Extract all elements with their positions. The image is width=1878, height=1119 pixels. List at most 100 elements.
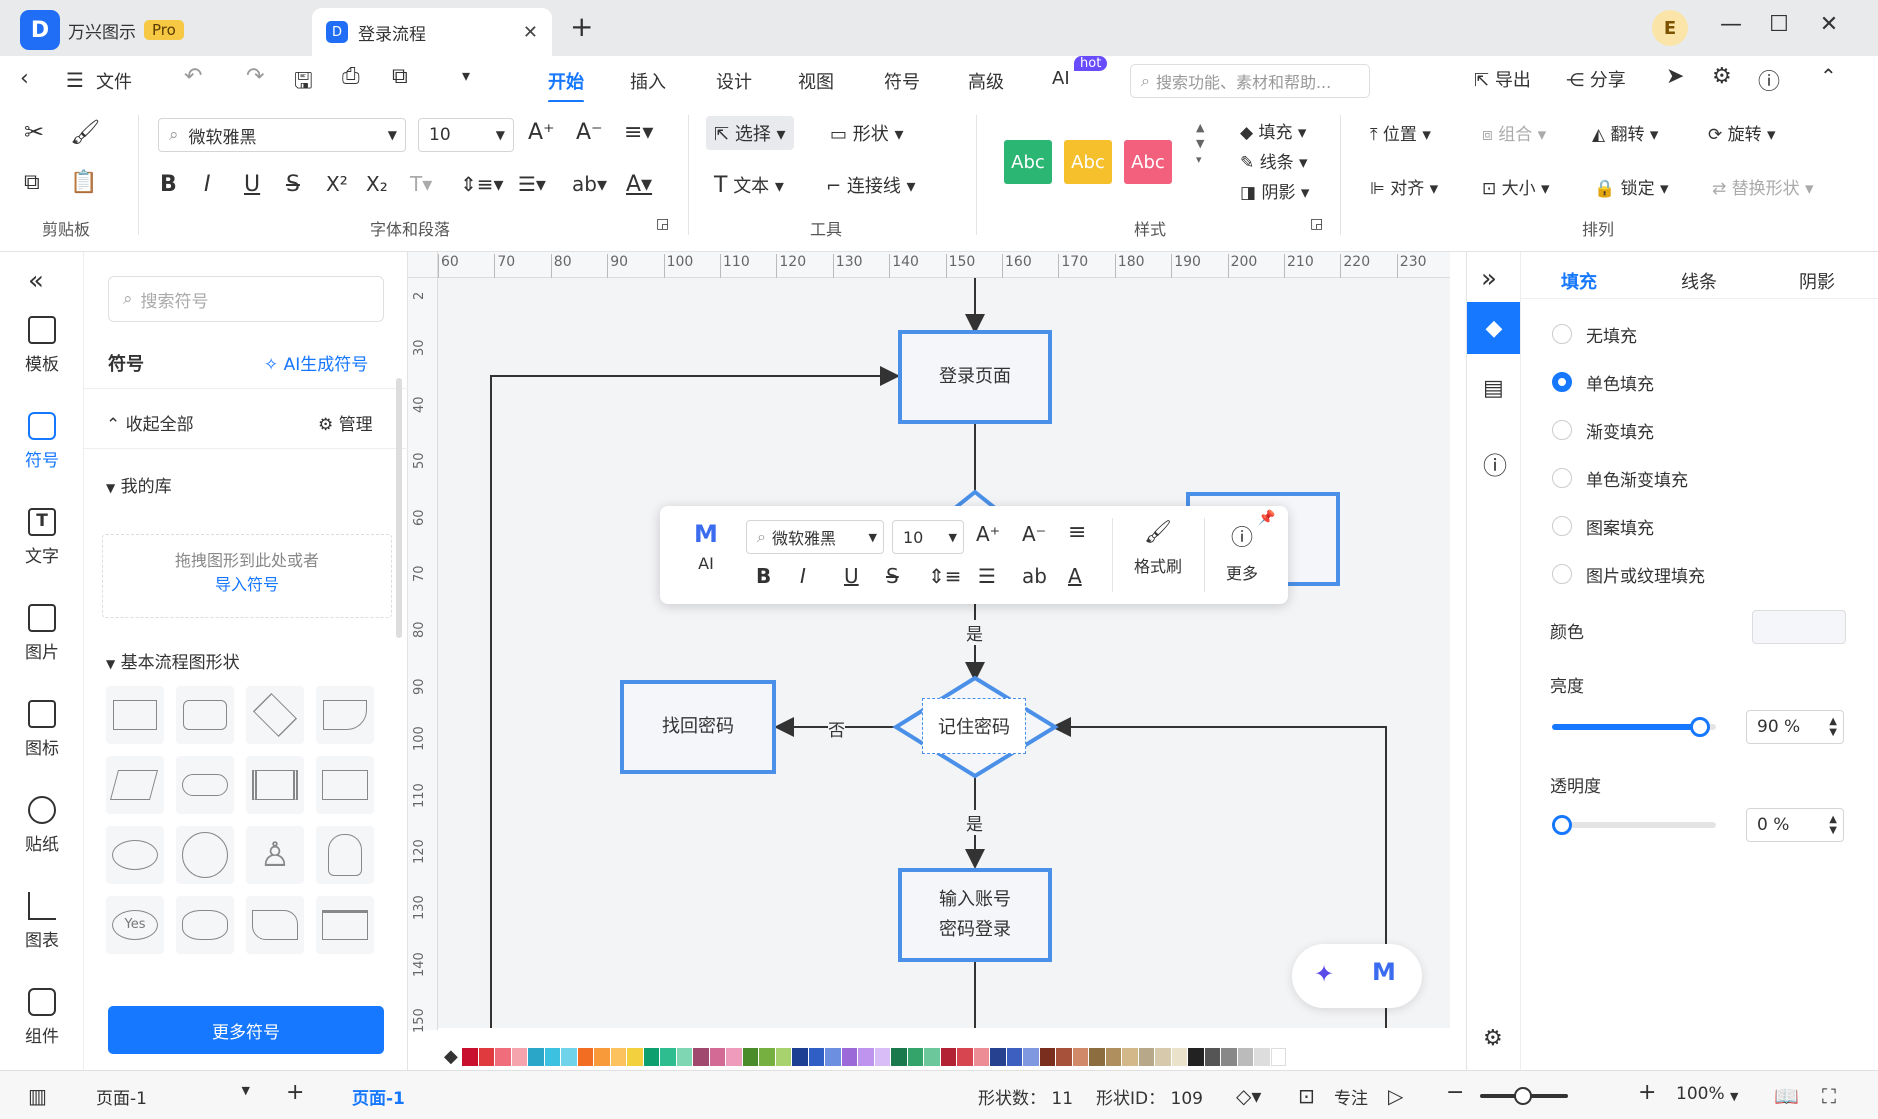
color-swatch[interactable] [726, 1048, 742, 1066]
collapse-panel-icon[interactable]: « [28, 266, 44, 296]
tab-symbols[interactable]: 符号 [884, 68, 920, 94]
nav-templates[interactable]: 模板 [0, 316, 84, 375]
pin-icon[interactable]: 📌 [1258, 510, 1275, 526]
color-swatch[interactable] [1105, 1048, 1121, 1066]
color-swatch[interactable] [676, 1048, 692, 1066]
more-symbols-button[interactable]: 更多符号 [108, 1006, 384, 1054]
color-swatch[interactable] [478, 1048, 494, 1066]
nav-icons[interactable]: 图标 [0, 700, 84, 759]
manage-button[interactable]: ⚙ 管理 [318, 410, 373, 435]
color-swatch[interactable] [1254, 1048, 1270, 1066]
font-shrink-icon[interactable]: A⁻ [576, 120, 603, 145]
color-swatch[interactable] [907, 1048, 923, 1066]
font-grow-icon[interactable]: A⁺ [976, 522, 1000, 546]
color-swatch[interactable] [759, 1048, 775, 1066]
text-case-icon[interactable]: ab▾ [572, 172, 607, 196]
color-swatch[interactable] [495, 1048, 511, 1066]
ai-assistant-icon[interactable]: M [1372, 958, 1396, 986]
shape-internal-storage[interactable] [316, 896, 374, 954]
dialog-launcher-icon[interactable]: ◲ [656, 216, 669, 232]
fill-button[interactable]: ◆ 填充 ▾ [1240, 118, 1306, 143]
color-swatch[interactable] [940, 1048, 956, 1066]
color-swatch[interactable] [1056, 1048, 1072, 1066]
color-swatch[interactable] [1171, 1048, 1187, 1066]
magic-wand-icon[interactable]: ✦ [1314, 960, 1334, 988]
transparency-input[interactable]: 0 % ▲ ▼ [1746, 808, 1844, 842]
align-center-icon[interactable]: ≡ [1068, 520, 1086, 545]
color-swatch[interactable] [709, 1048, 725, 1066]
tab-shadow[interactable]: 阴影 [1799, 268, 1835, 294]
subscript-icon[interactable]: X₂ [366, 172, 388, 196]
help-icon[interactable]: ⓘ [1758, 64, 1780, 96]
tab-insert[interactable]: 插入 [630, 68, 666, 94]
paste-icon[interactable]: 📋 [70, 170, 97, 195]
color-swatch[interactable] [528, 1048, 544, 1066]
tab-design[interactable]: 设计 [716, 68, 752, 94]
color-swatch[interactable] [462, 1048, 478, 1066]
shape-stored-data[interactable] [316, 756, 374, 814]
font-color-icon[interactable]: A▾ [626, 172, 652, 197]
zoom-level[interactable]: 100% [1676, 1084, 1725, 1104]
radio-gradient-fill[interactable] [1552, 420, 1572, 440]
select-tool[interactable]: ⇱ 选择 ▾ [706, 116, 794, 150]
node-login-page[interactable]: 登录页面 [898, 330, 1052, 424]
radio-no-fill[interactable] [1552, 324, 1572, 344]
nav-stickers[interactable]: 贴纸 [0, 796, 84, 855]
style-swatch-yellow[interactable]: Abc [1064, 140, 1112, 184]
color-swatch[interactable] [577, 1048, 593, 1066]
shape-yes-decision[interactable]: Yes [106, 896, 164, 954]
font-grow-icon[interactable]: A⁺ [528, 120, 555, 145]
zoom-in-button[interactable]: + [1638, 1080, 1656, 1105]
color-swatch[interactable] [1188, 1048, 1204, 1066]
zoom-slider[interactable] [1480, 1087, 1568, 1105]
color-swatch[interactable] [544, 1048, 560, 1066]
color-swatch[interactable] [561, 1048, 577, 1066]
cut-icon[interactable]: ✂ [24, 118, 44, 146]
color-swatch[interactable] [643, 1048, 659, 1066]
shape-user[interactable] [316, 826, 374, 884]
page-properties-icon[interactable]: ▤ [1483, 376, 1504, 401]
node-find-password[interactable]: 找回密码 [620, 680, 776, 774]
color-swatch[interactable] [825, 1048, 841, 1066]
zoom-out-button[interactable]: − [1446, 1080, 1464, 1105]
fill-bucket-icon[interactable]: ◆ [444, 1046, 458, 1067]
style-swatch-pink[interactable]: Abc [1124, 140, 1172, 184]
page-select[interactable]: 页面-1 ▼ [96, 1084, 250, 1109]
fullscreen-icon[interactable]: ⛶ [1822, 1084, 1836, 1108]
close-tab-icon[interactable]: ✕ [523, 22, 538, 43]
ai-generate-symbol-button[interactable]: ✧ AI生成符号 [264, 350, 368, 375]
copy-icon[interactable]: ⧉ [24, 170, 40, 195]
minimize-button[interactable]: — [1716, 12, 1746, 37]
active-page-tab[interactable]: 页面-1 [352, 1084, 405, 1109]
redo-icon[interactable]: ↷ [246, 64, 264, 89]
expand-panel-icon[interactable]: » [1481, 264, 1497, 294]
style-scroll-icon[interactable]: ▲ ▼ ▾ [1196, 120, 1204, 168]
basic-flowchart-header[interactable]: ▼ 基本流程图形状 [106, 648, 240, 673]
app-tab[interactable]: D 万兴图示 Pro [20, 10, 184, 50]
tab-advanced[interactable]: 高级 [968, 68, 1004, 94]
zoom-dropdown-icon[interactable]: ▼ [1730, 1090, 1738, 1103]
tab-ai[interactable]: AI [1052, 68, 1070, 89]
color-swatch[interactable] [1204, 1048, 1220, 1066]
collapse-ribbon-icon[interactable]: ⌃ [1820, 64, 1837, 88]
my-library-header[interactable]: ▼ 我的库 [106, 472, 172, 497]
undo-icon[interactable]: ↶ [184, 64, 202, 89]
color-swatch[interactable] [1155, 1048, 1171, 1066]
play-icon[interactable]: ▷ [1388, 1084, 1403, 1108]
settings-icon[interactable]: ⚙ [1712, 64, 1732, 89]
shape-database[interactable] [176, 896, 234, 954]
font-color-icon[interactable]: A [1068, 564, 1082, 588]
italic-icon[interactable]: I [204, 172, 211, 197]
color-swatch[interactable] [1006, 1048, 1022, 1066]
superscript-icon[interactable]: X² [326, 172, 348, 196]
float-font-select[interactable]: ⌕ 微软雅黑 ▼ [746, 520, 884, 554]
tab-fill[interactable]: 填充 [1561, 268, 1597, 294]
shape-delay[interactable] [246, 896, 304, 954]
color-swatch[interactable] [891, 1048, 907, 1066]
collapse-all-button[interactable]: ⌃ 收起全部 [106, 410, 194, 435]
file-menu[interactable]: 文件 [96, 68, 132, 94]
radio-solid-fill[interactable] [1552, 372, 1572, 392]
color-swatch[interactable] [1138, 1048, 1154, 1066]
maximize-button[interactable]: ☐ [1764, 12, 1794, 37]
color-swatch[interactable] [511, 1048, 527, 1066]
